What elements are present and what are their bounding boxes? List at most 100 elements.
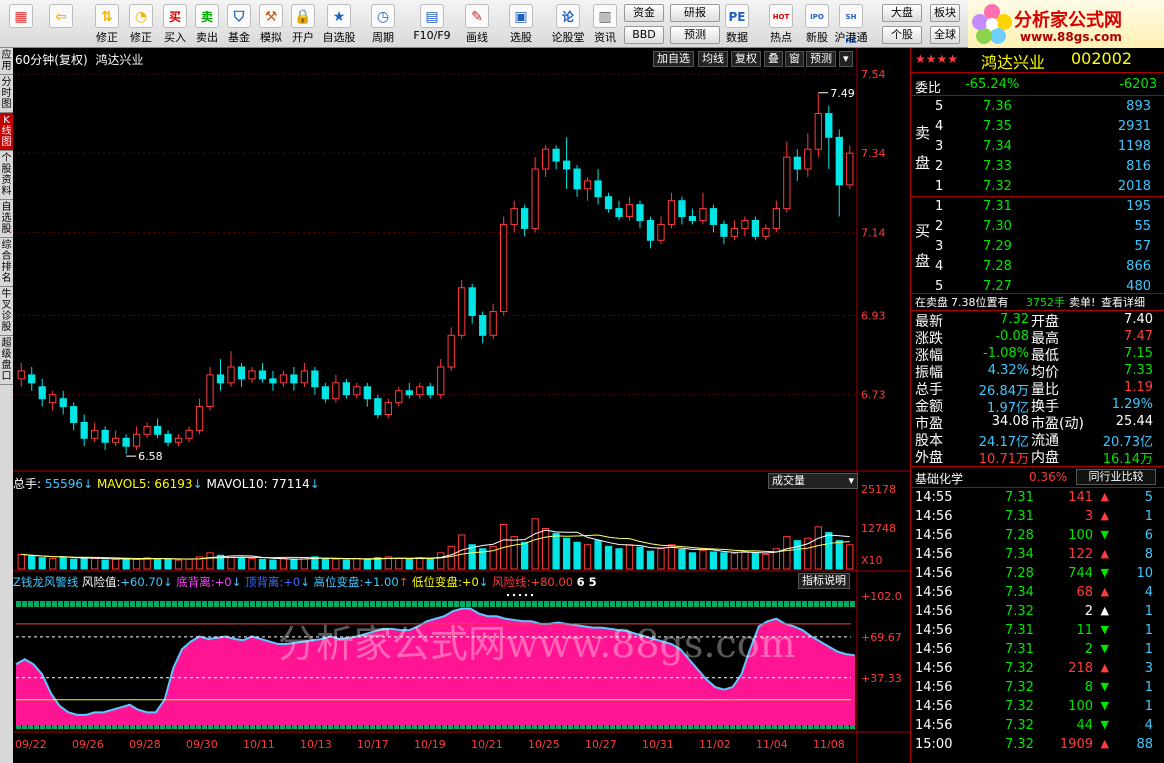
chart-button-4[interactable]: 窗	[785, 51, 804, 67]
candle-up[interactable]	[132, 433, 141, 447]
toolbar-button-8[interactable]: 🔒 开户	[286, 2, 320, 46]
candle-down[interactable]	[101, 429, 109, 443]
toolbar-small-button-7[interactable]: 全球	[930, 26, 960, 44]
candle-down[interactable]	[70, 406, 78, 423]
toolbar-small-button-3[interactable]: 预测	[670, 26, 720, 44]
toolbar-button-19[interactable]: SH HK 沪港通	[834, 2, 868, 46]
candle-down[interactable]	[164, 433, 172, 443]
left-tab-2[interactable]: K线图	[0, 113, 13, 151]
candle-up[interactable]	[174, 437, 183, 443]
toolbar-button-2[interactable]: ⇅ 修正	[90, 2, 124, 46]
toolbar-button-12[interactable]: ✎ 画线	[460, 2, 494, 46]
toolbar-button-1[interactable]: ⇦	[44, 2, 78, 46]
left-tab-7[interactable]: 超级盘口	[0, 336, 13, 385]
industry-compare-button[interactable]: 同行业比较	[1076, 469, 1156, 485]
chart-button-0[interactable]: 加自选	[653, 51, 694, 67]
candle-up[interactable]	[531, 168, 539, 229]
candle-down[interactable]	[646, 219, 655, 241]
candle-up[interactable]	[667, 200, 676, 225]
candle-up[interactable]	[814, 113, 822, 150]
candle-up[interactable]	[416, 386, 424, 396]
toolbar-button-10[interactable]: ◷ 周期	[366, 2, 400, 46]
candle-down[interactable]	[709, 208, 718, 225]
candle-down[interactable]	[751, 219, 760, 237]
candle-up[interactable]	[741, 219, 749, 229]
candle-down[interactable]	[311, 370, 319, 388]
left-tab-1[interactable]: 分时图	[0, 75, 13, 113]
toolbar-small-button-1[interactable]: 研报	[670, 4, 720, 22]
candle-down[interactable]	[825, 113, 833, 138]
toolbar-small-button-0[interactable]: 资金	[624, 4, 664, 22]
candle-up[interactable]	[583, 180, 592, 190]
toolbar-button-13[interactable]: ▣ 选股	[504, 2, 538, 46]
left-tab-3[interactable]: 个股资料	[0, 151, 13, 200]
candle-up[interactable]	[279, 374, 288, 384]
candle-up[interactable]	[248, 370, 256, 380]
candle-down[interactable]	[793, 156, 801, 170]
candle-down[interactable]	[604, 196, 613, 210]
chart-menu-chevron-icon[interactable]: ▾	[839, 51, 853, 67]
candle-up[interactable]	[395, 390, 403, 404]
candle-down[interactable]	[363, 386, 371, 400]
candle-down[interactable]	[615, 208, 623, 218]
candle-up[interactable]	[447, 334, 455, 368]
chart-button-2[interactable]: 复权	[731, 51, 761, 67]
candle-up[interactable]	[384, 402, 392, 416]
candle-down[interactable]	[405, 390, 413, 396]
chart-button-5[interactable]: 预测	[806, 51, 836, 67]
candle-down[interactable]	[520, 208, 529, 229]
candle-up[interactable]	[91, 429, 99, 439]
left-tab-0[interactable]: 应用	[0, 48, 13, 75]
toolbar-button-18[interactable]: IPO 新股	[800, 2, 834, 46]
candle-up[interactable]	[510, 208, 518, 225]
candle-down[interactable]	[321, 386, 330, 400]
candle-down[interactable]	[552, 148, 560, 162]
candle-up[interactable]	[699, 208, 707, 221]
candle-down[interactable]	[258, 370, 267, 380]
candle-down[interactable]	[594, 180, 602, 198]
candle-down[interactable]	[562, 160, 571, 170]
chart-button-3[interactable]: 叠	[764, 51, 783, 67]
candle-down[interactable]	[573, 168, 581, 190]
candle-up[interactable]	[489, 311, 497, 336]
candle-up[interactable]	[206, 374, 214, 408]
candle-down[interactable]	[269, 378, 277, 384]
toolbar-button-16[interactable]: PE 数据	[720, 2, 754, 46]
candle-up[interactable]	[500, 223, 508, 313]
candle-up[interactable]	[625, 204, 634, 218]
toolbar-small-button-6[interactable]: 个股	[882, 26, 922, 44]
candle-up[interactable]	[846, 152, 854, 186]
candle-up[interactable]	[437, 366, 445, 396]
left-tab-6[interactable]: 牛叉诊股	[0, 287, 13, 336]
candle-down[interactable]	[426, 386, 434, 396]
candle-down[interactable]	[835, 136, 843, 186]
candle-down[interactable]	[290, 374, 298, 384]
indicator-help-button[interactable]: 指标说明	[798, 573, 850, 589]
candle-down[interactable]	[122, 437, 130, 447]
toolbar-button-4[interactable]: 买买入	[158, 2, 192, 46]
candle-down[interactable]	[153, 425, 162, 435]
notice-detail-link[interactable]: 查看详细	[1101, 294, 1145, 310]
toolbar-button-5[interactable]: 卖卖出	[190, 2, 224, 46]
toolbar-button-0[interactable]: ▦	[4, 2, 38, 46]
candle-up[interactable]	[772, 208, 780, 229]
toolbar-small-button-4[interactable]: 大盘	[882, 4, 922, 22]
candle-down[interactable]	[720, 223, 728, 237]
toolbar-button-6[interactable]: ⛉ 基金	[222, 2, 256, 46]
candle-up[interactable]	[730, 227, 739, 237]
candle-up[interactable]	[762, 227, 770, 237]
candle-down[interactable]	[237, 366, 246, 380]
candle-down[interactable]	[28, 374, 36, 384]
toolbar-button-17[interactable]: HOT 热点	[764, 2, 798, 46]
toolbar-button-3[interactable]: ◔ 修正	[124, 2, 158, 46]
kline-chart-area[interactable]: 7.54 7.34 7.14 6.93 6.73 7.49 6.58 25178 12748 X1…	[13, 48, 910, 763]
candle-up[interactable]	[111, 437, 120, 443]
left-tab-4[interactable]: 自选股	[0, 200, 13, 238]
candle-down[interactable]	[636, 204, 644, 221]
candle-down[interactable]	[80, 421, 88, 439]
candle-up[interactable]	[49, 394, 57, 404]
left-tab-5[interactable]: 综合排名	[0, 238, 13, 287]
candle-up[interactable]	[185, 429, 193, 439]
candle-down[interactable]	[342, 382, 351, 396]
toolbar-button-15[interactable]: ▥ 资讯	[588, 2, 622, 46]
